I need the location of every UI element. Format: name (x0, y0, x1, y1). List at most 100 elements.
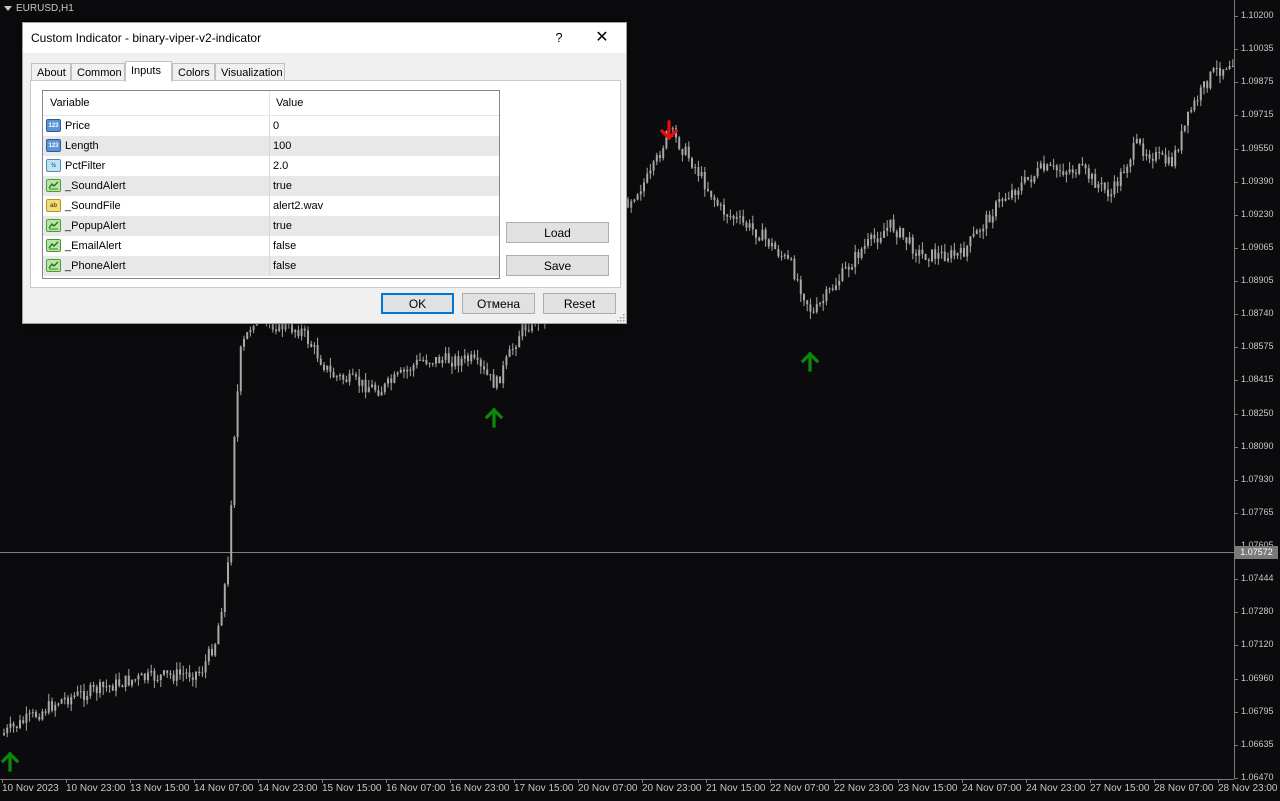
price-axis[interactable]: 1.10200 1.10035 1.09875 1.09715 1.09550 1.093… (1234, 0, 1280, 782)
column-header-variable[interactable]: Variable (43, 91, 270, 115)
column-header-value[interactable]: Value (271, 91, 499, 115)
candle (787, 250, 789, 260)
reset-button[interactable]: Reset (543, 293, 616, 314)
table-row[interactable]: 123 Length 100 (43, 136, 499, 156)
variable-cell[interactable]: _PhoneAlert (43, 256, 270, 276)
candle (1145, 149, 1148, 161)
table-row[interactable]: 123 Price 0 (43, 116, 499, 136)
candle (1062, 163, 1065, 177)
resize-grip-icon[interactable] (615, 312, 625, 322)
candle (1167, 150, 1170, 166)
value-cell[interactable]: false (271, 256, 499, 276)
variable-cell[interactable]: ab _SoundFile (43, 196, 270, 216)
variable-cell[interactable]: _EmailAlert (43, 236, 270, 256)
candle (137, 673, 140, 686)
candle (47, 693, 50, 715)
variable-cell[interactable]: _SoundAlert (43, 176, 270, 196)
candle (643, 178, 645, 197)
candle (1142, 138, 1145, 161)
help-button[interactable]: ? (547, 26, 571, 50)
candle (1126, 164, 1129, 178)
candle (435, 356, 437, 368)
inputs-panel: Variable Value 123 Price 0 123 Length 100 ½ Pct… (30, 80, 621, 288)
candle (415, 354, 418, 369)
candle (220, 607, 223, 626)
time-tick-label: 14 Nov 07:00 (194, 779, 254, 794)
price-tick-label: 1.08090 (1234, 440, 1274, 451)
time-tick-label: 16 Nov 23:00 (450, 779, 510, 794)
load-button[interactable]: Load (506, 222, 609, 243)
candle (707, 181, 709, 193)
value-cell[interactable]: 0 (271, 116, 499, 136)
variable-cell[interactable]: 123 Length (43, 136, 270, 156)
candle (812, 307, 815, 314)
candle (1196, 95, 1199, 106)
table-row[interactable]: _EmailAlert false (43, 236, 499, 256)
value-cell[interactable]: alert2.wav (271, 196, 499, 216)
candle (60, 698, 63, 705)
tab-inputs[interactable]: Inputs (125, 61, 172, 82)
candle (348, 369, 351, 386)
variable-cell[interactable]: 123 Price (43, 116, 270, 136)
candle (204, 654, 207, 679)
candle (844, 261, 847, 270)
tab-common[interactable]: Common (71, 63, 125, 81)
candle (1123, 164, 1125, 174)
table-row[interactable]: _PhoneAlert false (43, 256, 499, 276)
candle (38, 713, 41, 722)
tab-about[interactable]: About (31, 63, 71, 81)
close-button[interactable]: ✕ (589, 26, 615, 50)
candle (1151, 152, 1154, 169)
candle (735, 211, 738, 224)
time-tick-label: 17 Nov 15:00 (514, 779, 574, 794)
candle (374, 381, 377, 393)
ok-button[interactable]: OK (381, 293, 454, 314)
candle (1225, 67, 1228, 71)
dialog-titlebar[interactable]: Custom Indicator - binary-viper-v2-indic… (23, 23, 626, 53)
candle (806, 299, 809, 312)
candle (1228, 60, 1231, 70)
candle (127, 668, 130, 687)
candle (1004, 192, 1007, 202)
candle (377, 385, 380, 397)
table-row[interactable]: _SoundAlert true (43, 176, 499, 196)
tab-colors[interactable]: Colors (172, 63, 215, 81)
candle (1103, 182, 1106, 194)
value-cell[interactable]: 2.0 (271, 156, 499, 176)
table-row[interactable]: ab _SoundFile alert2.wav (43, 196, 499, 216)
time-tick-label: 27 Nov 15:00 (1090, 779, 1150, 794)
candle (185, 668, 188, 680)
bool-type-icon (46, 219, 61, 232)
chart-menu-icon[interactable] (4, 5, 12, 11)
candle (870, 232, 873, 247)
tab-visualization[interactable]: Visualization (215, 63, 285, 81)
cancel-button[interactable]: Отмена (462, 293, 535, 314)
table-row[interactable]: ½ PctFilter 2.0 (43, 156, 499, 176)
candle (191, 672, 194, 687)
value-cell[interactable]: 100 (271, 136, 499, 156)
time-axis[interactable]: 10 Nov 2023 10 Nov 23:00 13 Nov 15:00 14 No… (0, 779, 1278, 801)
price-tick-label: 1.09875 (1234, 76, 1274, 87)
candle (495, 375, 498, 391)
candle (1001, 197, 1004, 207)
inputs-table[interactable]: Variable Value 123 Price 0 123 Length 100 ½ Pct… (42, 90, 500, 279)
table-row[interactable]: _PopupAlert true (43, 216, 499, 236)
candle (803, 293, 805, 307)
value-cell[interactable]: false (271, 236, 499, 256)
save-button[interactable]: Save (506, 255, 609, 276)
candle (819, 301, 821, 307)
value-cell[interactable]: true (271, 176, 499, 196)
variable-cell[interactable]: ½ PctFilter (43, 156, 270, 176)
candle (799, 275, 802, 302)
candle (390, 374, 393, 391)
candle (511, 343, 514, 355)
candle (886, 220, 889, 237)
candle (1129, 158, 1132, 173)
value-cell[interactable]: true (271, 216, 499, 236)
candle (895, 229, 898, 245)
candle (527, 323, 530, 333)
chart-symbol-label[interactable]: EURUSD,H1 (4, 3, 74, 14)
candle (915, 249, 917, 263)
variable-cell[interactable]: _PopupAlert (43, 216, 270, 236)
candle (28, 709, 31, 722)
